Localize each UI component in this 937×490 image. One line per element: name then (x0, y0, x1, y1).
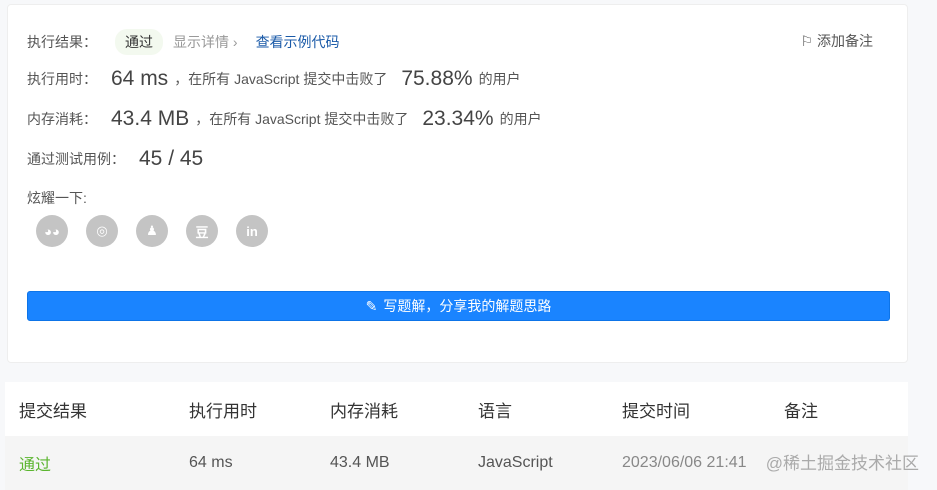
cell-language: JavaScript (478, 454, 553, 471)
memory-row: 内存消耗： 43.4 MB ，在所有 JavaScript 提交中击败了 23.… (27, 107, 542, 131)
header-language: 语言 (478, 401, 512, 421)
memory-suffix: 的用户 (499, 111, 542, 127)
header-result: 提交结果 (19, 401, 87, 421)
tests-label: 通过测试用例： (27, 151, 125, 167)
share-icons: ◕◕ ◎ ♟ 豆 in (36, 215, 268, 247)
linkedin-icon[interactable]: in (236, 215, 268, 247)
wechat-icon[interactable]: ◕◕ (36, 215, 68, 247)
cell-time: 2023/06/06 21:41 (622, 454, 747, 471)
result-row: 执行结果： 通过 显示详情 › 查看示例代码 (27, 29, 340, 55)
write-solution-label: 写题解，分享我的解题思路 (383, 298, 552, 314)
pencil-icon: ✎ (365, 297, 378, 314)
share-label: 炫耀一下: (27, 188, 87, 208)
status-badge: 通过 (115, 29, 163, 55)
flag-icon: ⚐ (800, 33, 814, 49)
add-note-label: 添加备注 (817, 33, 873, 49)
runtime-label: 执行用时： (27, 71, 97, 87)
qq-icon[interactable]: ♟ (136, 215, 168, 247)
cell-runtime: 64 ms (189, 454, 233, 471)
weibo-icon[interactable]: ◎ (86, 215, 118, 247)
runtime-suffix: 的用户 (478, 71, 521, 87)
runtime-value: 64 ms (111, 67, 169, 90)
view-example-code-link[interactable]: 查看示例代码 (256, 32, 340, 52)
write-solution-button[interactable]: ✎ 写题解，分享我的解题思路 (27, 291, 890, 321)
runtime-percent: 75.88% (401, 67, 473, 90)
result-card: 执行结果： 通过 显示详情 › 查看示例代码 ⚐ 添加备注 执行用时： 64 m… (7, 4, 908, 363)
add-note-button[interactable]: ⚐ 添加备注 (801, 31, 873, 51)
share-text: 炫耀一下: (27, 190, 87, 206)
result-label: 执行结果： (27, 34, 97, 50)
runtime-text: ，在所有 JavaScript 提交中击败了 (174, 71, 388, 87)
watermark: @稀土掘金技术社区 (765, 454, 919, 473)
memory-text: ，在所有 JavaScript 提交中击败了 (195, 111, 409, 127)
tests-row: 通过测试用例： 45 / 45 (27, 147, 209, 171)
show-details-link[interactable]: 显示详情 › (173, 32, 238, 52)
memory-percent: 23.34% (422, 107, 494, 130)
cell-result[interactable]: 通过 (19, 451, 51, 475)
tests-value: 45 / 45 (139, 147, 204, 170)
header-time: 提交时间 (622, 401, 690, 421)
runtime-row: 执行用时： 64 ms ，在所有 JavaScript 提交中击败了 75.88… (27, 67, 521, 91)
memory-value: 43.4 MB (111, 107, 190, 130)
table-header: 提交结果 执行用时 内存消耗 语言 提交时间 备注 (5, 382, 908, 436)
header-note: 备注 (784, 401, 818, 421)
header-runtime: 执行用时 (189, 401, 257, 421)
memory-label: 内存消耗： (27, 111, 97, 127)
header-memory: 内存消耗 (330, 401, 398, 421)
douban-icon[interactable]: 豆 (186, 215, 218, 247)
cell-memory: 43.4 MB (330, 454, 390, 471)
